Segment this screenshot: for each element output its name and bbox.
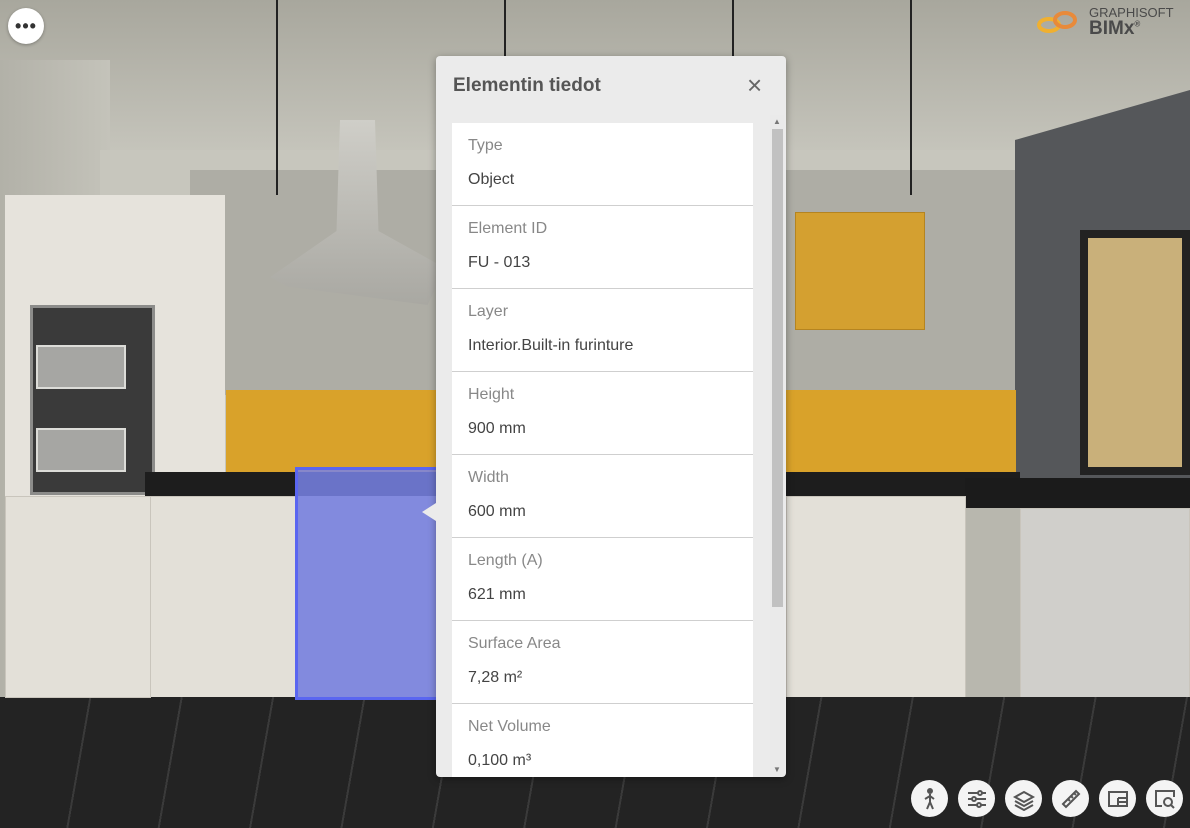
close-icon[interactable]: × [747,72,762,98]
element-info-panel: Elementin tiedot × Type Object Element ID… [422,56,786,777]
more-menu-button[interactable]: ••• [8,8,44,44]
settings-sliders-icon [967,789,986,808]
property-value: FU - 013 [468,254,531,271]
property-row: Height 900 mm [452,372,753,455]
property-row: Surface Area 7,28 m² [452,621,753,704]
property-row: Net Volume 0,100 m³ [452,704,753,777]
more-dots-icon: ••• [15,15,37,36]
property-row: Length (A) 621 mm [452,538,753,621]
layers-icon [1012,790,1035,811]
bottom-toolbar [911,780,1183,817]
property-label: Height [468,386,515,403]
pendant-lamp [276,0,278,195]
property-label: Surface Area [468,635,561,652]
wall-cabinet[interactable] [795,212,925,330]
property-value: 600 mm [468,503,526,520]
property-label: Element ID [468,220,548,237]
property-label: Width [468,469,509,486]
floorplan-icon [1107,790,1128,807]
walk-icon [923,787,935,809]
registered-mark: ® [1134,19,1141,29]
property-value: 900 mm [468,420,526,437]
layers-button[interactable] [1005,780,1042,817]
property-label: Length (A) [468,552,543,569]
property-list[interactable]: Type Object Element ID FU - 013 Layer Inter… [452,123,753,777]
panel-title: Elementin tiedot [453,75,601,96]
property-label: Type [468,137,503,154]
pendant-lamp [910,0,912,195]
measure-ruler-icon [1061,789,1080,808]
floorplan-button[interactable] [1099,780,1136,817]
property-row: Width 600 mm [452,455,753,538]
measure-button[interactable] [1052,780,1089,817]
settings-button[interactable] [958,780,995,817]
bimx-logo: GRAPHISOFT BIMx® [1035,6,1174,38]
selected-cabinet-highlight[interactable] [295,467,440,700]
property-value: 0,100 m³ [468,752,532,769]
property-value: 7,28 m² [468,669,523,686]
window [1080,230,1190,475]
scrollbar[interactable]: ▲ ▼ [770,115,784,776]
scroll-up-icon[interactable]: ▲ [773,117,781,126]
scroll-down-icon[interactable]: ▼ [773,765,781,774]
zoom-view-icon [1154,789,1175,809]
countertop [965,478,1190,508]
oven-door [36,345,126,389]
scrollbar-thumb[interactable] [772,129,783,607]
walk-button[interactable] [911,780,948,817]
property-label: Layer [468,303,509,320]
base-cabinet[interactable] [5,496,151,698]
logo-line2: BIMx [1089,18,1135,39]
property-value: 621 mm [468,586,526,603]
graphisoft-logo-icon [1037,11,1077,33]
property-label: Net Volume [468,718,551,735]
zoom-view-button[interactable] [1146,780,1183,817]
property-row: Layer Interior.Built-in furinture [452,289,753,372]
panel-pointer [422,503,436,521]
property-value: Object [468,171,515,188]
oven-door [36,428,126,472]
property-row: Type Object [452,123,753,206]
base-cabinet[interactable] [150,496,298,698]
base-cabinet[interactable] [786,496,966,698]
property-value: Interior.Built-in furinture [468,337,634,354]
property-row: Element ID FU - 013 [452,206,753,289]
